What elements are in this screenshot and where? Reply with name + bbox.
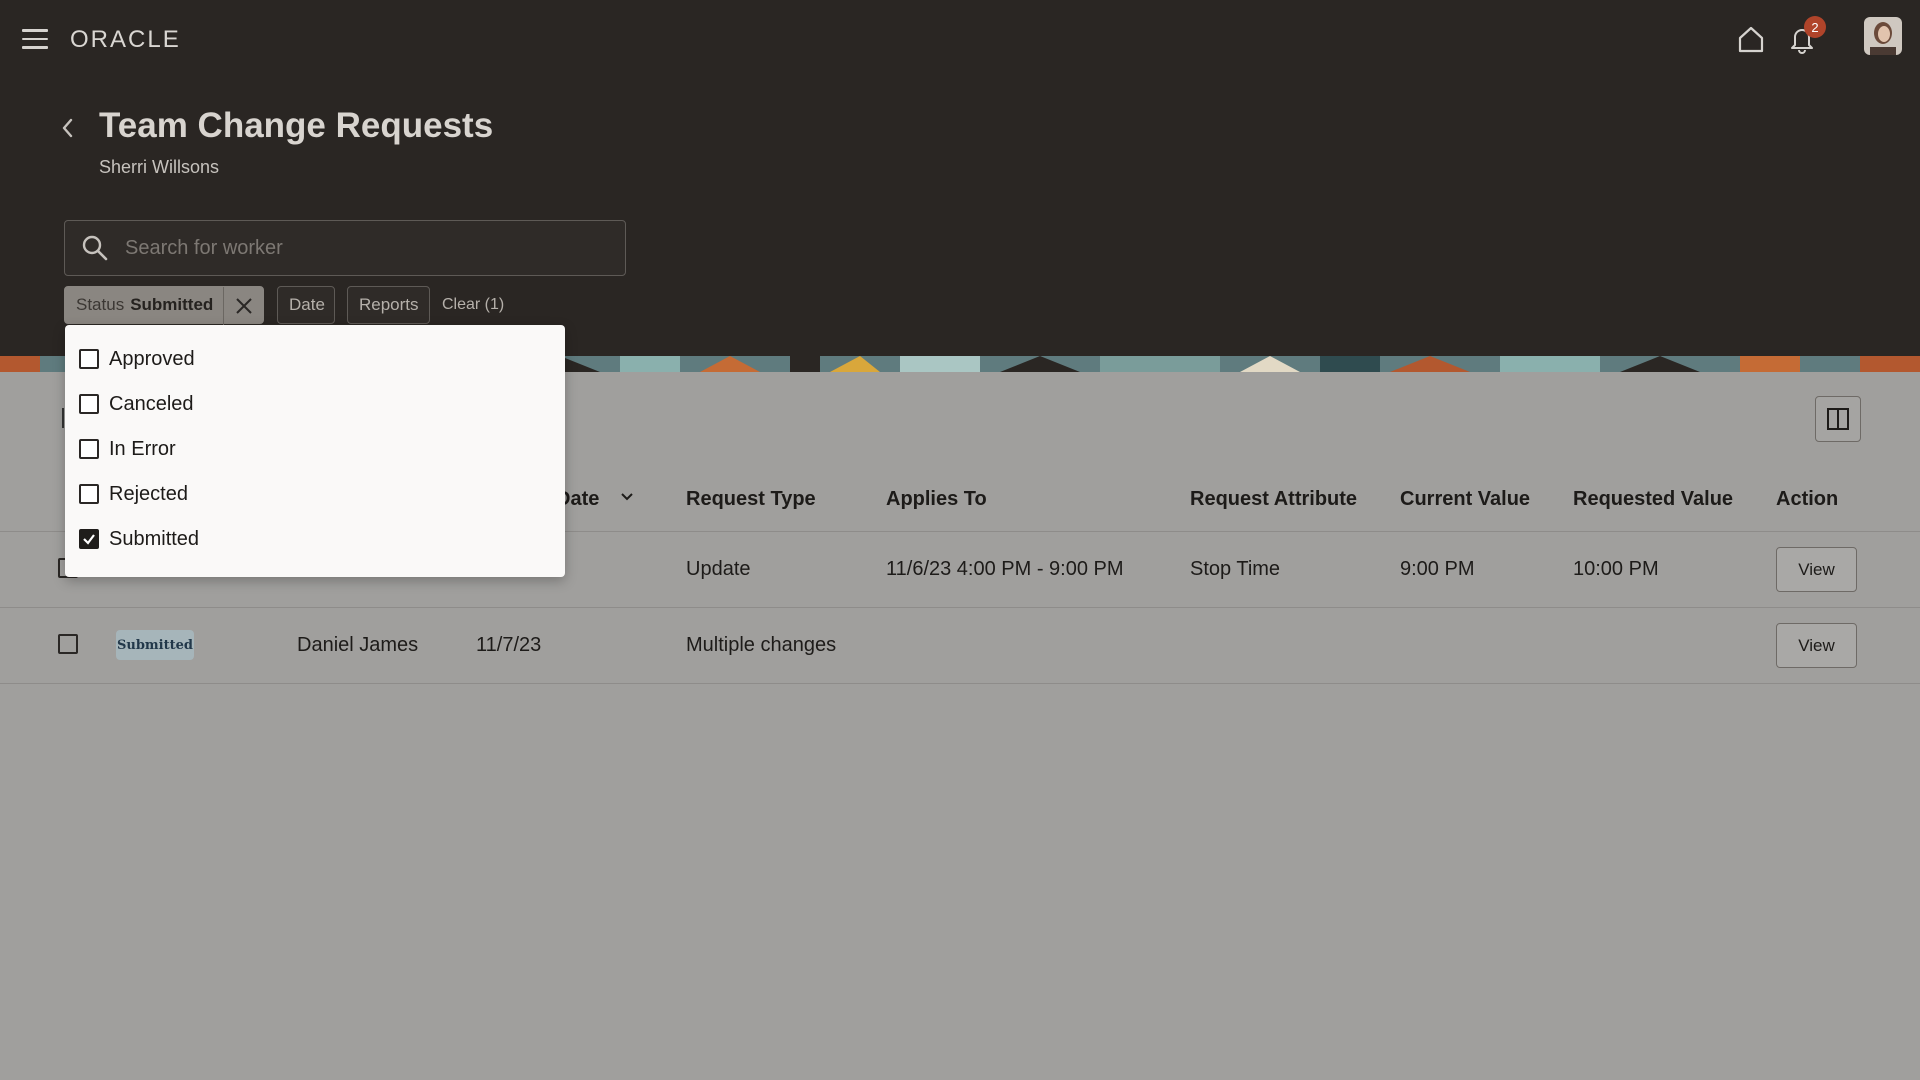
chevron-down-icon[interactable] [620, 490, 634, 504]
row-applies-to: 11/6/23 4:00 PM - 9:00 PM [886, 558, 1124, 580]
column-header-requested-value: Requested Value [1573, 488, 1734, 510]
column-header-action: Action [1776, 488, 1839, 510]
row-checkbox[interactable] [58, 634, 78, 654]
status-filter-chip[interactable]: Status Submitted [64, 286, 264, 325]
hamburger-menu-icon[interactable] [22, 29, 48, 49]
column-layout-button[interactable] [1815, 396, 1861, 442]
row-worker-name[interactable]: Daniel James [297, 634, 418, 657]
view-button[interactable]: View [1776, 623, 1857, 668]
option-checkbox-checked[interactable] [79, 529, 99, 549]
column-header-request-type: Request Type [686, 488, 816, 510]
option-checkbox[interactable] [79, 484, 99, 504]
column-header-applies-to: Applies To [886, 488, 987, 510]
option-checkbox[interactable] [79, 349, 99, 369]
status-option-approved[interactable]: Approved [79, 344, 195, 374]
option-checkbox[interactable] [79, 394, 99, 414]
checkmark-icon [83, 534, 95, 545]
page-title: Team Change Requests [99, 106, 494, 145]
view-button[interactable]: View [1776, 547, 1857, 592]
columns-icon [1827, 408, 1849, 430]
oracle-logo[interactable]: ORACLE [70, 26, 181, 54]
column-header-request-attribute: Request Attribute [1190, 488, 1358, 510]
row-request-type: Multiple changes [686, 634, 837, 656]
row-date: 11/7/23 [476, 634, 542, 656]
status-badge: Submitted [116, 630, 194, 660]
table-row-divider [0, 683, 1920, 684]
option-checkbox[interactable] [79, 439, 99, 459]
clear-status-filter-button[interactable] [223, 287, 263, 325]
row-request-attribute: Stop Time [1190, 558, 1281, 580]
notification-badge: 2 [1804, 16, 1826, 38]
user-avatar[interactable] [1864, 17, 1902, 55]
option-label: Approved [109, 347, 195, 370]
reports-filter-chip[interactable]: Reports [347, 286, 430, 324]
status-option-canceled[interactable]: Canceled [79, 389, 194, 419]
search-input[interactable] [125, 236, 605, 260]
row-requested-value: 10:00 PM [1573, 558, 1659, 580]
status-filter-dropdown: Approved Canceled In Error Rejected Subm… [65, 325, 565, 577]
clear-filters-link[interactable]: Clear (1) [442, 296, 504, 314]
page-subtitle: Sherri Willsons [99, 157, 220, 177]
column-header-current-value: Current Value [1400, 488, 1531, 510]
option-label: Submitted [109, 527, 200, 550]
option-label: In Error [109, 437, 176, 460]
status-filter-value: Submitted [130, 295, 214, 314]
option-label: Canceled [109, 392, 194, 415]
status-option-submitted[interactable]: Submitted [79, 524, 199, 554]
date-filter-chip[interactable]: Date [277, 286, 335, 324]
status-filter-label: Status [76, 295, 125, 314]
worker-search-box[interactable] [64, 220, 626, 276]
status-option-rejected[interactable]: Rejected [79, 479, 188, 509]
row-request-type: Update [686, 558, 751, 580]
status-option-in-error[interactable]: In Error [79, 434, 176, 464]
close-icon [235, 298, 252, 314]
search-icon [82, 235, 108, 261]
home-icon[interactable] [1736, 24, 1766, 54]
table-row-divider [0, 607, 1920, 608]
option-label: Rejected [109, 482, 188, 505]
back-chevron-icon[interactable] [58, 116, 78, 140]
row-current-value: 9:00 PM [1400, 558, 1475, 580]
